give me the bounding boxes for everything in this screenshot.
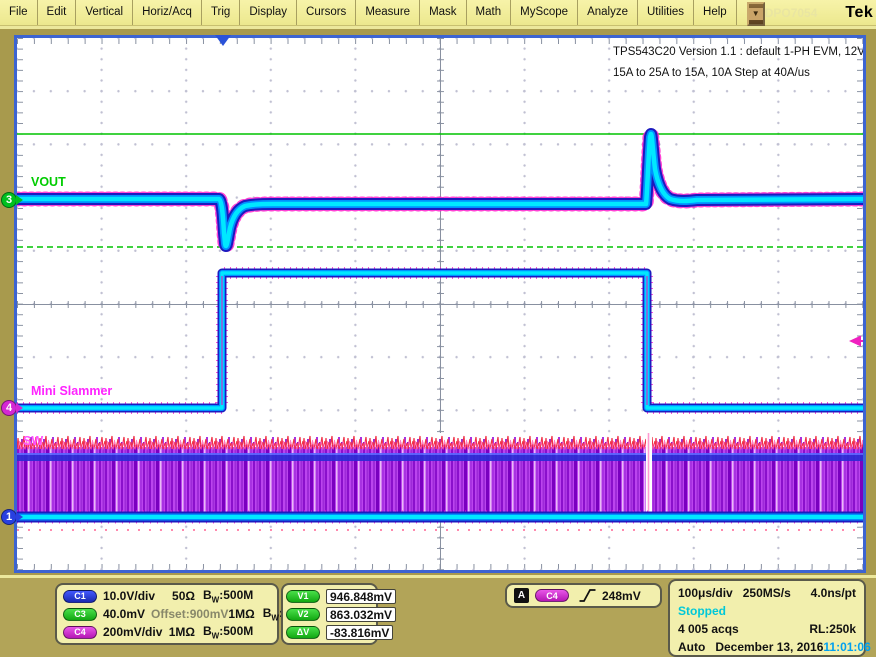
v2-badge: V2 [286, 608, 320, 621]
v2-value: 863.032mV [326, 607, 396, 622]
channel1-bandwidth: BW:500M [195, 588, 271, 604]
menu-trig[interactable]: Trig [202, 0, 240, 25]
oscilloscope-screen: File Edit Vertical Horiz/Acq Trig Displa… [0, 0, 876, 657]
channel3-marker[interactable]: 3 [1, 192, 23, 208]
record-length: RL:250k [809, 622, 856, 636]
tek-logo: Tek [845, 4, 873, 22]
menu-vertical[interactable]: Vertical [76, 0, 133, 25]
menu-mask[interactable]: Mask [420, 0, 466, 25]
toolbar-dropdown-button[interactable]: ▼ [747, 2, 765, 26]
menu-measure[interactable]: Measure [356, 0, 420, 25]
annotation-line2: 15A to 25A to 15A, 10A Step at 40A/us [613, 67, 810, 79]
trigger-a-badge: A [514, 588, 529, 603]
vout-trace [17, 134, 863, 246]
v1-value: 946.848mV [326, 589, 396, 604]
slammer-label: Mini Slammer [31, 384, 112, 398]
channel4-scale[interactable]: 200mV/div [103, 625, 162, 639]
trigger-level-value[interactable]: 248mV [602, 589, 641, 603]
acquisition-status: Stopped [678, 604, 726, 618]
menu-help[interactable]: Help [694, 0, 737, 25]
channel4-row: C4 200mV/div 1MΩ BW:500M [63, 623, 271, 641]
channel3-offset: Offset:900mV [151, 607, 228, 621]
chevron-down-icon: ▼ [752, 10, 760, 18]
menu-math[interactable]: Math [467, 0, 512, 25]
channel3-badge[interactable]: C3 [63, 608, 97, 621]
annotation-line1: TPS543C20 Version 1.1 : default 1-PH EVM… [613, 46, 863, 58]
readout-bar: C1 10.0V/div 50Ω BW:500M C3 40.0mV Offse… [0, 575, 876, 657]
model-label: DPO7054 [765, 6, 818, 20]
timebase-value[interactable]: 100μs/div [678, 586, 733, 600]
channel1-impedance: 50Ω [172, 589, 195, 603]
acquisition-count: 4 005 acqs [678, 622, 739, 636]
vout-label: VOUT [31, 175, 66, 189]
sample-rate: 250MS/s [743, 586, 791, 600]
sw-label: SW [23, 434, 43, 448]
date-label: December 13, 2016 [715, 640, 823, 654]
c1-baseline-trace [17, 517, 863, 530]
datetime-row: Auto December 13, 2016 11:01:06 [678, 638, 856, 656]
channel1-row: C1 10.0V/div 50Ω BW:500M [63, 587, 271, 605]
channel4-bandwidth: BW:500M [195, 624, 271, 640]
delta-v-row: ΔV -83.816mV [286, 623, 373, 641]
trigger-source-badge[interactable]: C4 [535, 589, 569, 602]
channel1-badge[interactable]: C1 [63, 590, 97, 603]
menu-myscope[interactable]: MyScope [511, 0, 578, 25]
waveform-display: VOUT Mini Slammer SW TPS543C20 Version 1… [17, 38, 863, 570]
channel4-badge[interactable]: C4 [63, 626, 97, 639]
acq-status-row: Stopped [678, 602, 856, 620]
channel3-scale[interactable]: 40.0mV [103, 607, 145, 621]
menu-analyze[interactable]: Analyze [578, 0, 638, 25]
channel4-impedance: 1MΩ [169, 625, 195, 639]
v2-row: V2 863.032mV [286, 605, 373, 623]
graticule: VOUT Mini Slammer SW TPS543C20 Version 1… [14, 35, 866, 573]
channel1-marker[interactable]: 1 [1, 509, 23, 525]
channel-settings-box: C1 10.0V/div 50Ω BW:500M C3 40.0mV Offse… [55, 583, 279, 645]
menu-file[interactable]: File [0, 0, 38, 25]
cursor-readout-box: V1 946.848mV V2 863.032mV ΔV -83.816mV [281, 583, 378, 645]
trigger-level-arrow[interactable] [849, 336, 863, 347]
rising-edge-icon [579, 588, 596, 603]
trigger-position-marker[interactable] [215, 35, 231, 46]
channel1-scale[interactable]: 10.0V/div [103, 589, 155, 603]
horizontal-readout-box: 100μs/div 250MS/s 4.0ns/pt Stopped 4 005… [668, 579, 866, 657]
v1-badge: V1 [286, 590, 320, 603]
trigger-mode: Auto [678, 640, 705, 654]
time-label: 11:01:06 [823, 640, 870, 654]
delta-v-value: -83.816mV [326, 625, 393, 640]
menu-display[interactable]: Display [240, 0, 297, 25]
menu-cursors[interactable]: Cursors [297, 0, 356, 25]
v1-row: V1 946.848mV [286, 587, 373, 605]
sw-waveform-band [17, 433, 863, 512]
timebase-row: 100μs/div 250MS/s 4.0ns/pt [678, 584, 856, 602]
c4-slammer-trace [17, 273, 863, 408]
menu-edit[interactable]: Edit [38, 0, 77, 25]
menu-bar: File Edit Vertical Horiz/Acq Trig Displa… [0, 0, 876, 26]
plot-region: VOUT Mini Slammer SW TPS543C20 Version 1… [0, 26, 876, 575]
channel3-row: C3 40.0mV Offset:900mV 1MΩ BW:20.0M [63, 605, 271, 623]
trigger-readout-box: A C4 248mV [505, 583, 662, 608]
menu-horiz-acq[interactable]: Horiz/Acq [133, 0, 202, 25]
delta-v-badge: ΔV [286, 626, 320, 639]
sample-resolution: 4.0ns/pt [811, 586, 856, 600]
channel3-impedance: 1MΩ [228, 607, 254, 621]
acq-count-row: 4 005 acqs RL:250k [678, 620, 856, 638]
menu-utilities[interactable]: Utilities [638, 0, 694, 25]
channel4-marker[interactable]: 4 [1, 400, 23, 416]
